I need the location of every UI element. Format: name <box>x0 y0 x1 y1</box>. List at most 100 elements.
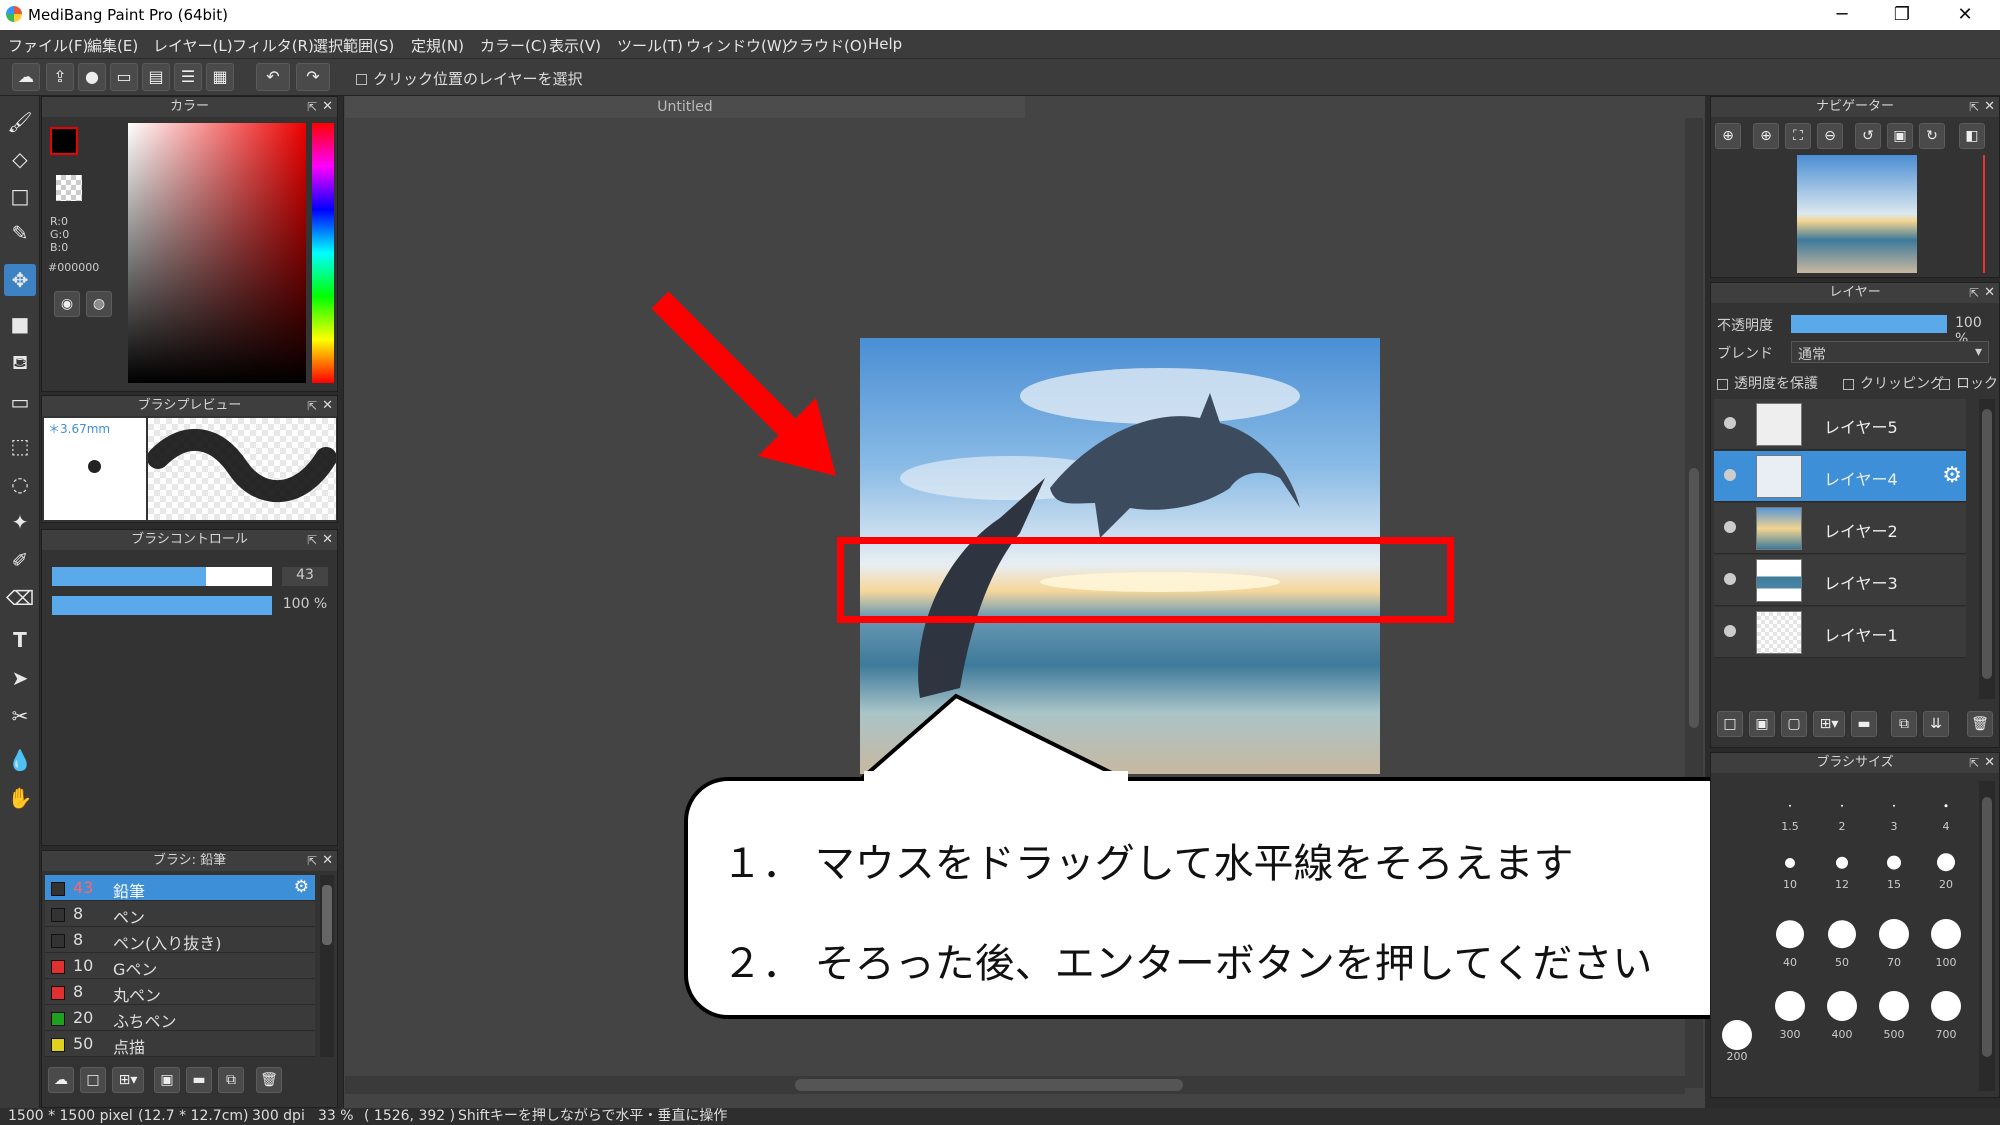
menu-layer[interactable]: レイヤー(L) <box>153 35 233 56</box>
folder-icon[interactable]: ▬ <box>186 1067 212 1093</box>
layers-scrollbar[interactable] <box>1979 399 1995 699</box>
visibility-eye-icon[interactable] <box>1724 625 1736 637</box>
brush-size-option[interactable]: 100 <box>1921 905 1971 969</box>
operation-tool-icon[interactable]: ➤ <box>4 662 36 694</box>
undo-icon[interactable]: ↶ <box>256 63 290 91</box>
list-icon[interactable]: ☰ <box>174 63 202 91</box>
close-button[interactable]: ✕ <box>1935 0 1995 30</box>
checkbox-icon[interactable] <box>1843 378 1854 390</box>
float-icon[interactable]: ⇱ <box>1969 753 1979 773</box>
transparent-color-swatch[interactable] <box>56 175 82 201</box>
divide-tool-icon[interactable]: ✂ <box>4 700 36 732</box>
saturation-value-picker[interactable] <box>128 123 306 383</box>
rotate-left-icon[interactable]: ↺ <box>1855 123 1881 149</box>
trash-icon[interactable]: 🗑 <box>256 1067 282 1093</box>
brush-size-option[interactable]: 20 <box>1921 837 1971 891</box>
close-panel-icon[interactable]: ✕ <box>322 396 333 416</box>
message-icon[interactable]: ▭ <box>110 63 138 91</box>
gear-icon[interactable]: ⚙ <box>1942 463 1962 488</box>
duplicate-icon[interactable]: ⧉ <box>1891 711 1917 737</box>
brush-size-option[interactable]: 50 <box>1817 905 1867 969</box>
hue-slider[interactable] <box>312 123 334 383</box>
brush-size-option[interactable]: 12 <box>1817 837 1867 891</box>
close-panel-icon[interactable]: ✕ <box>1984 753 1995 773</box>
layer-row[interactable]: レイヤー3 <box>1714 555 1966 606</box>
close-panel-icon[interactable]: ✕ <box>1984 283 1995 303</box>
add-layer-dropdown-icon[interactable]: ⊞▾ <box>1813 711 1845 737</box>
lasso-tool-icon[interactable]: ◌ <box>4 468 36 500</box>
blend-select[interactable]: 通常 ▾ <box>1791 341 1989 363</box>
visibility-eye-icon[interactable] <box>1724 521 1736 533</box>
brush-item[interactable]: 8 丸ペン <box>45 979 315 1005</box>
close-panel-icon[interactable]: ✕ <box>322 97 333 117</box>
layer-row[interactable]: レイヤー5 <box>1714 399 1966 450</box>
clipping-checkbox[interactable]: クリッピング <box>1843 373 1944 393</box>
brush-size-option[interactable]: 4 <box>1921 779 1971 833</box>
menu-help[interactable]: Help <box>868 35 902 53</box>
brush-tool-icon[interactable]: 🖌 <box>4 106 36 138</box>
brush-list-scrollbar[interactable] <box>320 875 334 1057</box>
visibility-eye-icon[interactable] <box>1724 417 1736 429</box>
magic-wand-tool-icon[interactable]: ✦ <box>4 506 36 538</box>
fit-window-icon[interactable]: ⛶ <box>1785 123 1811 149</box>
page-icon[interactable]: ▤ <box>142 63 170 91</box>
close-panel-icon[interactable]: ✕ <box>1984 97 1995 117</box>
checkbox-icon[interactable] <box>1717 378 1728 390</box>
brush-size-option[interactable]: 15 <box>1869 837 1919 891</box>
folder-icon[interactable]: ▬ <box>1851 711 1877 737</box>
gradient-tool-icon[interactable]: ▭ <box>4 386 36 418</box>
brush-settings-icon[interactable]: ▣ <box>154 1067 180 1093</box>
palette-edit-icon[interactable]: ◍ <box>86 291 112 317</box>
menu-selection[interactable]: 選択範囲(S) <box>313 35 394 56</box>
duplicate-icon[interactable]: ⧉ <box>218 1067 244 1093</box>
merge-down-icon[interactable]: ⇊ <box>1923 711 1949 737</box>
navigator-thumbnail[interactable] <box>1797 155 1917 273</box>
brush-item[interactable]: 10 Gペン <box>45 953 315 979</box>
float-icon[interactable]: ⇱ <box>307 530 317 550</box>
fill-rect-tool-icon[interactable]: ■ <box>4 308 36 340</box>
zoom-fit-icon[interactable]: ⊕ <box>1715 123 1741 149</box>
eyedropper-tool-icon[interactable]: 💧 <box>4 744 36 776</box>
close-panel-icon[interactable]: ✕ <box>322 530 333 550</box>
float-icon[interactable]: ⇱ <box>307 396 317 416</box>
float-icon[interactable]: ⇱ <box>1969 283 1979 303</box>
menu-edit[interactable]: 編集(E) <box>87 35 138 56</box>
upload-icon[interactable]: ⇪ <box>46 63 74 91</box>
float-icon[interactable]: ⇱ <box>307 851 317 871</box>
visibility-eye-icon[interactable] <box>1724 573 1736 585</box>
select-rect-tool-icon[interactable]: ⬚ <box>4 430 36 462</box>
zoom-in-icon[interactable]: ⊕ <box>1753 123 1779 149</box>
new-1bit-layer-icon[interactable]: ▢ <box>1781 711 1807 737</box>
new-halftone-layer-icon[interactable]: ▣ <box>1749 711 1775 737</box>
float-icon[interactable]: ⇱ <box>307 97 317 117</box>
menu-view[interactable]: 表示(V) <box>549 35 601 56</box>
brush-opacity-slider[interactable] <box>52 596 272 615</box>
cloud-brush-icon[interactable]: ☁ <box>48 1067 74 1093</box>
brush-item[interactable]: 50 点描 <box>45 1031 315 1057</box>
cloud-icon[interactable]: ☁ <box>12 63 40 91</box>
brush-size-option[interactable]: 3 <box>1869 779 1919 833</box>
menu-tool[interactable]: ツール(T) <box>617 35 683 56</box>
maximize-button[interactable]: ❐ <box>1872 0 1932 30</box>
bucket-tool-icon[interactable]: ⛾ <box>4 346 36 378</box>
redo-icon[interactable]: ↷ <box>296 63 330 91</box>
rotate-right-icon[interactable]: ↻ <box>1919 123 1945 149</box>
brush-item[interactable]: 8 ペン(入り抜き) <box>45 927 315 953</box>
brush-item[interactable]: 43 鉛筆 ⚙ <box>45 875 315 901</box>
brush-size-option[interactable]: 40 <box>1765 905 1815 969</box>
menu-file[interactable]: ファイル(F) <box>8 35 88 56</box>
brush-size-slider[interactable] <box>52 567 272 586</box>
brush-size-option[interactable]: 500 <box>1869 977 1919 1041</box>
layer-row[interactable]: レイヤー4 ⚙ <box>1714 451 1966 502</box>
select-eraser-tool-icon[interactable]: ⌫ <box>4 582 36 614</box>
menu-cloud[interactable]: クラウド(O) <box>784 35 868 56</box>
close-panel-icon[interactable]: ✕ <box>322 851 333 871</box>
checkbox-icon[interactable] <box>356 74 367 85</box>
menu-ruler[interactable]: 定規(N) <box>411 35 464 56</box>
eraser-tool-icon[interactable]: ◇ <box>4 143 36 175</box>
new-layer-icon[interactable]: □ <box>1717 711 1743 737</box>
document-tab[interactable]: Untitled <box>345 96 1025 118</box>
new-brush-icon[interactable]: □ <box>80 1067 106 1093</box>
layer-row[interactable]: レイヤー2 <box>1714 503 1966 554</box>
brush-size-option[interactable]: 70 <box>1869 905 1919 969</box>
